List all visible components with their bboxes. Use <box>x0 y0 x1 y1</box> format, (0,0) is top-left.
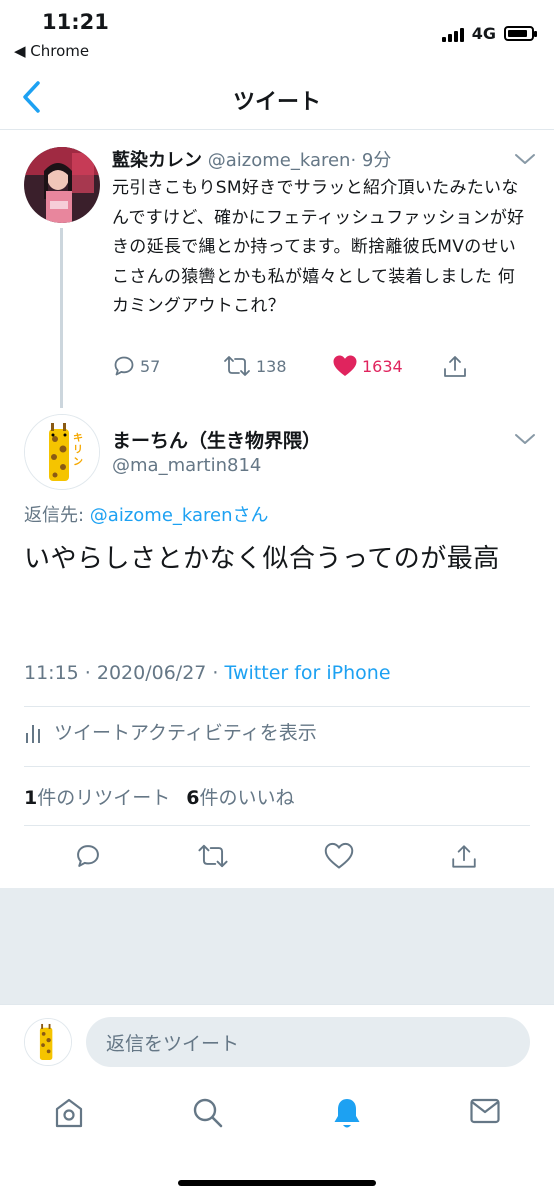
share-button[interactable] <box>442 354 468 380</box>
likes-label: 件のいいね <box>199 787 295 809</box>
reply-to-line: 返信先: @aizome_karenさん <box>24 501 269 527</box>
retweet-icon <box>224 356 250 376</box>
tweet1-menu-chevron-icon[interactable] <box>514 152 536 166</box>
reply-button[interactable]: 57 <box>112 354 160 378</box>
status-bar: 11:21 ◀ Chrome 4G <box>0 0 554 66</box>
home-indicator <box>178 1180 376 1186</box>
tweet2-timestamp: 11:15 · 2020/06/27 · <box>24 662 225 684</box>
likes-count: 6 <box>186 787 200 809</box>
avatar-badge-text: キリン <box>73 433 83 468</box>
retweets-label: 件のリツイート <box>37 787 171 809</box>
engagement-counts: 1件のリツイート 6件のいいね <box>24 783 295 810</box>
tweet1-handle[interactable]: @aizome_karen <box>208 150 351 171</box>
search-icon[interactable] <box>191 1096 225 1130</box>
share-icon <box>444 356 466 377</box>
like-button[interactable]: 1634 <box>332 354 403 378</box>
likes-count-link[interactable]: 6件のいいね <box>186 787 294 809</box>
tweet1-author-name[interactable]: 藍染カレン <box>112 150 202 171</box>
home-icon[interactable] <box>53 1096 85 1130</box>
reply-to-suffix: さん <box>232 505 269 526</box>
tweet2-actions <box>0 838 554 878</box>
header-bar: ツイート <box>0 66 554 130</box>
battery-icon <box>504 26 537 41</box>
tweet1-actions: 57 138 1634 <box>112 354 512 384</box>
reply-bar: 返信をツイート <box>0 1004 554 1078</box>
thread-line <box>60 228 63 408</box>
tweet2-author-name[interactable]: まーちん（生き物界隈） <box>112 426 321 453</box>
like-count: 1634 <box>362 356 403 376</box>
reply-icon <box>114 356 134 376</box>
tweet1-text: 元引きこもりSM好きでサラッと紹介頂いたみたいなんですけど、確かにフェティッシュ… <box>112 178 525 316</box>
tweet2-source-link[interactable]: Twitter for iPhone <box>225 662 391 684</box>
signal-icon <box>441 26 464 42</box>
tweet1-time: · 9分 <box>350 150 392 171</box>
status-indicators: 4G <box>441 24 537 43</box>
reply-to-handle-link[interactable]: @aizome_karen <box>90 505 233 526</box>
divider <box>24 766 530 767</box>
heart-filled-icon <box>333 355 357 376</box>
retweets-count: 1 <box>24 787 38 809</box>
tweet2-menu-chevron-icon[interactable] <box>514 432 536 446</box>
tweet2-text: いやらしさとかなく似合うってのが最高 <box>24 544 500 574</box>
page-title: ツイート <box>232 90 321 115</box>
empty-replies-area <box>0 888 554 1004</box>
avatar-aizome[interactable] <box>24 147 100 223</box>
divider <box>24 825 530 826</box>
status-time: 11:21 <box>42 10 109 34</box>
share-icon[interactable] <box>450 842 478 872</box>
tweet1-header: 藍染カレン @aizome_karen· 9分 <box>112 146 391 172</box>
tweet-activity-link[interactable]: ツイートアクティビティを表示 <box>24 718 317 745</box>
retweet-count: 138 <box>256 356 287 376</box>
retweet-button[interactable]: 138 <box>222 354 287 378</box>
tweet2-meta: 11:15 · 2020/06/27 · Twitter for iPhone <box>24 662 391 684</box>
reply-count: 57 <box>140 356 161 376</box>
reply-input[interactable]: 返信をツイート <box>86 1017 530 1067</box>
my-avatar[interactable] <box>24 1018 72 1066</box>
tweet2-handle[interactable]: @ma_martin814 <box>112 455 261 476</box>
reply-to-prefix: 返信先: <box>24 505 90 526</box>
reply-icon[interactable] <box>74 842 102 870</box>
messages-icon[interactable] <box>469 1096 501 1126</box>
retweets-count-link[interactable]: 1件のリツイート <box>24 787 170 809</box>
retweet-icon[interactable] <box>196 842 230 870</box>
bar-chart-icon <box>26 724 40 743</box>
notifications-icon[interactable] <box>331 1096 363 1132</box>
back-to-app-link[interactable]: ◀ Chrome <box>14 42 89 60</box>
tweet-activity-label: ツイートアクティビティを表示 <box>54 722 317 744</box>
divider <box>24 706 530 707</box>
heart-icon[interactable] <box>324 842 354 870</box>
network-type: 4G <box>471 24 496 43</box>
avatar-ma-martin[interactable]: キリン <box>24 414 100 490</box>
